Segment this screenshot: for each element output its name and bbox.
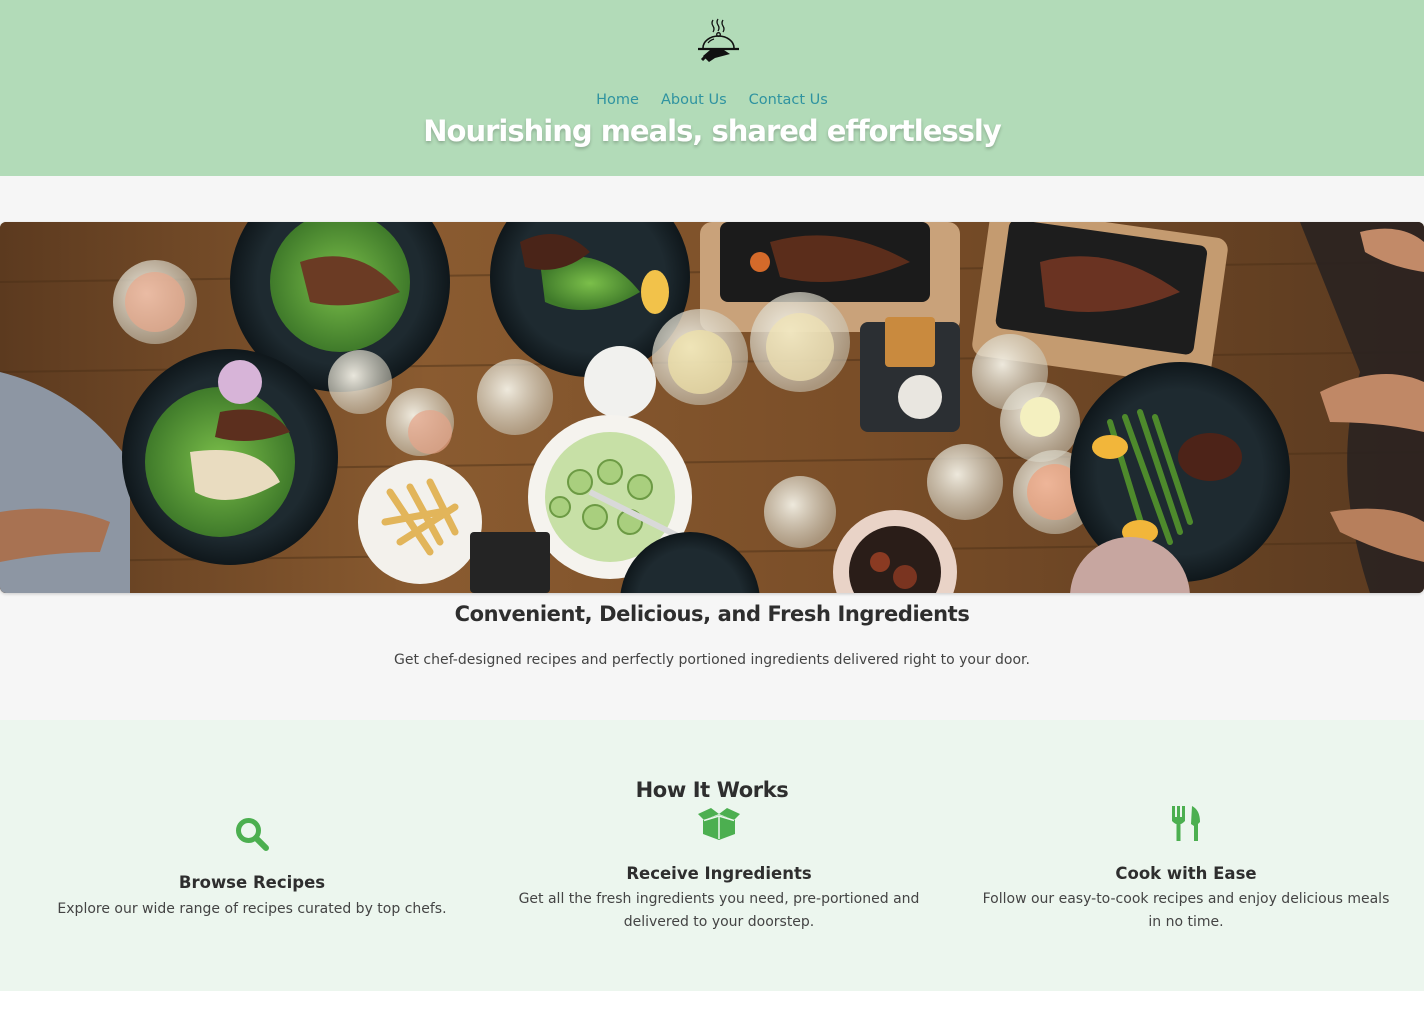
hero-title: Nourishing meals, shared effortlessly [423,114,1001,148]
nav-home-link[interactable]: Home [596,92,639,108]
step-description: Follow our easy-to-cook recipes and enjo… [982,891,1390,930]
intro-heading: Convenient, Delicious, and Fresh Ingredi… [454,602,970,626]
step-browse-recipes: Browse Recipes Explore our wide range of… [22,816,482,936]
box-icon [698,808,740,844]
utensils-icon [1170,806,1202,846]
page-footer-strip [0,991,1424,1026]
dining-table-banner-image [0,222,1424,593]
site-header: Home About Us Contact Us Nourishing meal… [0,0,1424,176]
serving-cloche-icon[interactable] [694,16,744,66]
how-it-works-section: How It Works Browse Recipes Explore our … [0,720,1424,991]
how-it-works-title: How It Works [635,778,789,802]
step-receive-ingredients: Receive Ingredients Get all the fresh in… [488,806,950,946]
nav-contact-link[interactable]: Contact Us [749,92,828,108]
search-icon [234,816,270,856]
step-description: Explore our wide range of recipes curate… [57,901,447,917]
step-title: Cook with Ease [1115,864,1257,883]
main-nav: Home About Us Contact Us [0,92,1424,108]
intro-text: Get chef-designed recipes and perfectly … [394,652,1030,668]
step-cook-with-ease: Cook with Ease Follow our easy-to-cook r… [982,806,1390,946]
intro-section: Convenient, Delicious, and Fresh Ingredi… [0,176,1424,720]
step-title: Receive Ingredients [626,864,812,883]
nav-about-link[interactable]: About Us [661,92,727,108]
step-title: Browse Recipes [178,873,326,892]
step-description: Get all the fresh ingredients you need, … [518,891,920,930]
